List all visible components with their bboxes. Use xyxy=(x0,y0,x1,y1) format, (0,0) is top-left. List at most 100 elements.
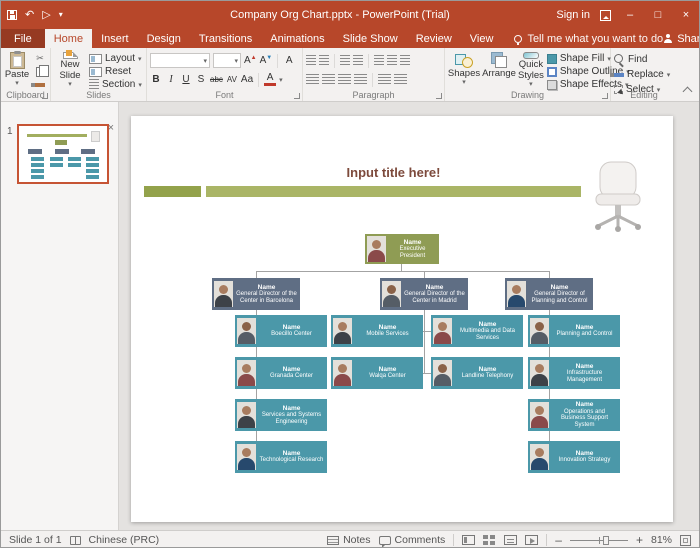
increase-indent-button[interactable] xyxy=(353,55,363,66)
zoom-out-button[interactable]: – xyxy=(555,534,562,546)
drawing-dialog-launcher[interactable] xyxy=(602,93,608,99)
reading-view-button[interactable] xyxy=(504,535,518,545)
align-text-button[interactable] xyxy=(400,55,410,66)
columns-button[interactable] xyxy=(378,74,391,85)
italic-button[interactable]: I xyxy=(165,74,177,85)
ribbon-display-options-icon[interactable] xyxy=(600,9,611,21)
org-node-multimedia-data-services[interactable]: Name Multimedia and Data Services xyxy=(431,315,523,347)
section-button[interactable]: Section ▾ xyxy=(89,79,142,90)
clear-formatting-button[interactable]: A xyxy=(283,55,295,66)
tab-transitions[interactable]: Transitions xyxy=(190,29,261,48)
underline-button[interactable]: U xyxy=(180,74,192,85)
fit-to-window-button[interactable] xyxy=(680,534,691,546)
format-painter-button[interactable] xyxy=(31,80,47,89)
share-button[interactable]: Share xyxy=(663,29,699,48)
zoom-slider[interactable] xyxy=(569,535,628,545)
arrange-button[interactable]: Arrange xyxy=(482,51,516,89)
numbering-button[interactable] xyxy=(319,55,329,66)
sign-in-link[interactable]: Sign in xyxy=(556,9,590,21)
convert-to-smartart-button[interactable] xyxy=(394,74,407,85)
save-icon[interactable] xyxy=(7,10,17,20)
shapes-button[interactable]: Shapes ▾ xyxy=(448,51,480,89)
language-indicator[interactable]: Chinese (PRC) xyxy=(89,534,160,546)
collapse-ribbon-button[interactable] xyxy=(682,86,693,97)
justify-button[interactable] xyxy=(354,74,367,85)
reset-button[interactable]: Reset xyxy=(89,66,142,77)
tab-animations[interactable]: Animations xyxy=(261,29,333,48)
minimize-button[interactable]: – xyxy=(621,9,639,21)
org-node-boecillo-center[interactable]: Name Boecillo Center xyxy=(235,315,327,347)
line-spacing-button[interactable] xyxy=(374,55,384,66)
office-chair-image[interactable] xyxy=(586,160,650,232)
org-node-mobile-services[interactable]: Name Mobile Services xyxy=(331,315,423,347)
strikethrough-button[interactable]: abc xyxy=(210,75,223,84)
cut-button[interactable]: ✂ xyxy=(33,53,47,64)
layout-button[interactable]: Layout ▾ xyxy=(89,53,142,64)
slide-title-text[interactable]: Input title here! xyxy=(206,165,581,180)
align-left-button[interactable] xyxy=(306,74,319,85)
customize-qat-icon[interactable]: ▾ xyxy=(59,11,63,19)
comments-button[interactable]: Comments xyxy=(378,534,445,547)
notes-button[interactable]: Notes xyxy=(327,534,371,546)
font-dialog-launcher[interactable] xyxy=(294,93,300,99)
org-node-director-barcelona[interactable]: Name General Director of the Center in Ba… xyxy=(212,278,300,310)
find-button[interactable]: Find xyxy=(614,53,674,66)
font-color-button[interactable]: A xyxy=(264,73,277,86)
shrink-font-button[interactable]: A▼ xyxy=(260,55,273,66)
font-name-combo[interactable]: ▾ xyxy=(150,53,210,68)
slide-sorter-view-button[interactable] xyxy=(483,535,496,545)
tab-home[interactable]: Home xyxy=(44,29,93,48)
close-button[interactable]: × xyxy=(677,9,695,21)
paste-button[interactable]: Paste ▾ xyxy=(4,51,30,89)
org-node-director-madrid[interactable]: Name General Director of the Center in Ma… xyxy=(380,278,468,310)
org-node-executive-president[interactable]: Name Executive President xyxy=(365,234,439,264)
org-node-innovation-strategy[interactable]: Name Innovation Strategy xyxy=(528,441,620,473)
slide-thumbnail[interactable] xyxy=(17,124,109,184)
zoom-slider-handle[interactable] xyxy=(602,535,609,545)
org-node-services-systems-engineering[interactable]: Name Services and Systems Engineering xyxy=(235,399,327,431)
org-node-technological-research[interactable]: Name Technological Research xyxy=(235,441,327,473)
character-spacing-button[interactable]: AV xyxy=(226,75,238,84)
org-node-director-planning[interactable]: Name General Director of Planning and Con… xyxy=(505,278,593,310)
align-center-button[interactable] xyxy=(322,74,335,85)
org-node-operations-business-support[interactable]: Name Operations and Business Support Syst… xyxy=(528,399,620,431)
slide[interactable]: Input title here! Name Executive Preside… xyxy=(131,116,673,522)
normal-view-button[interactable] xyxy=(462,535,476,545)
tab-view[interactable]: View xyxy=(461,29,503,48)
decrease-indent-button[interactable] xyxy=(340,55,350,66)
paragraph-dialog-launcher[interactable] xyxy=(436,93,442,99)
undo-icon[interactable]: ↶ xyxy=(25,9,34,21)
align-right-button[interactable] xyxy=(338,74,351,85)
bold-button[interactable]: B xyxy=(150,74,162,85)
tab-file[interactable]: File xyxy=(1,29,45,48)
replace-button[interactable]: Replace ▾ xyxy=(610,68,674,81)
font-color-dropdown-icon[interactable]: ▾ xyxy=(279,76,283,84)
org-node-granada-center[interactable]: Name Granada Center xyxy=(235,357,327,389)
text-shadow-button[interactable]: S xyxy=(195,74,207,85)
tab-design[interactable]: Design xyxy=(138,29,190,48)
tab-review[interactable]: Review xyxy=(407,29,461,48)
bullets-button[interactable] xyxy=(306,55,316,66)
tab-slide-show[interactable]: Slide Show xyxy=(334,29,407,48)
zoom-in-button[interactable]: + xyxy=(636,534,643,546)
change-case-button[interactable]: Aa xyxy=(241,74,253,85)
clipboard-dialog-launcher[interactable] xyxy=(42,93,48,99)
grow-font-button[interactable]: A▲ xyxy=(244,55,257,66)
maximize-button[interactable]: □ xyxy=(649,9,667,21)
org-node-infrastructure-management[interactable]: Name Infrastructure Management xyxy=(528,357,620,389)
quick-styles-button[interactable]: Quick Styles ▾ xyxy=(518,51,544,89)
start-from-beginning-icon[interactable]: ▷ xyxy=(42,9,50,21)
tell-me-box[interactable]: Tell me what you want to do xyxy=(514,29,663,48)
zoom-level[interactable]: 81% xyxy=(651,534,672,546)
org-node-landline-telephony[interactable]: Name Landline Telephony xyxy=(431,357,523,389)
proofing-icon[interactable] xyxy=(69,535,81,545)
copy-button[interactable] xyxy=(33,65,49,77)
org-node-planning-and-control[interactable]: Name Planning and Control xyxy=(528,315,620,347)
font-size-combo[interactable]: ▾ xyxy=(213,53,241,68)
new-slide-button[interactable]: New Slide ▾ xyxy=(54,50,86,89)
org-node-walqa-center[interactable]: Name Walqa Center xyxy=(331,357,423,389)
title-accent-bar-long[interactable] xyxy=(206,186,581,197)
title-accent-bar-short[interactable] xyxy=(144,186,201,197)
text-direction-button[interactable] xyxy=(387,55,397,66)
tab-insert[interactable]: Insert xyxy=(92,29,138,48)
